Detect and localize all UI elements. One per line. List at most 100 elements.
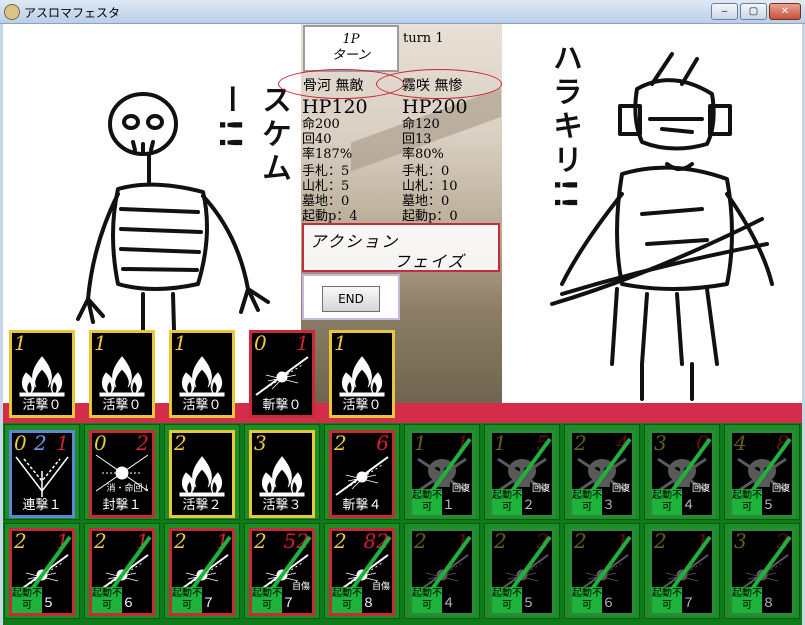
board-row2-card[interactable]: 21撃５起動不可 [9, 528, 75, 616]
phase-line2: フェイズ [394, 252, 466, 271]
board-row2-card[interactable]: 32撃８起動不可 [729, 528, 795, 616]
player1-stats: 命200 回40 率187% 手札：5 山札：5 墓地：0 起動p：4 [302, 117, 358, 224]
flame-icon [92, 351, 152, 399]
card-cost: 2 [334, 431, 347, 455]
board-row2-card[interactable]: 282自傷撃８起動不可 [329, 528, 395, 616]
card-name: 活撃３ [252, 497, 312, 515]
disabled-badge: 起動不可 [412, 489, 442, 515]
player1-boot: 起動p：4 [302, 209, 358, 224]
disabled-badge: 起動不可 [412, 587, 442, 613]
card-note: 消・命回↓ [106, 484, 150, 494]
player2-hand: 手札：0 [402, 164, 450, 179]
player2-hit: 命120 [402, 117, 440, 132]
title-bar[interactable]: アスロマフェスタ ‒ ▢ ✕ [0, 0, 805, 24]
card-cost: 2 [174, 431, 187, 455]
hand-card[interactable]: 0 1 斬撃０ [249, 330, 315, 418]
card-cost: 1 [94, 331, 107, 355]
disabled-badge: 起動不可 [332, 587, 362, 613]
maximize-button[interactable]: ▢ [740, 3, 767, 20]
player2-name: 霧咲 無惨 [402, 78, 463, 94]
board-row2-card[interactable]: 21撃７起動不可 [649, 528, 715, 616]
disabled-badge: 起動不可 [652, 489, 682, 515]
card-cost: 0 [94, 431, 107, 455]
close-button[interactable]: ✕ [769, 3, 801, 20]
hand-card[interactable]: 1 活撃０ [329, 330, 395, 418]
flame-icon [252, 451, 312, 499]
disabled-badge: 起動不可 [12, 587, 42, 613]
board-row1-card[interactable]: 2 6 斬撃４ [329, 430, 395, 518]
board-row1-card[interactable]: 11回復撃１起動不可 [409, 430, 475, 518]
board-row1-card[interactable]: 15回復撃２起動不可 [489, 430, 555, 518]
card-name: 活撃２ [172, 497, 232, 515]
phase-line1: アクション [310, 232, 400, 251]
phase-indicator: アクション フェイズ [302, 223, 500, 272]
player1-evade: 回40 [302, 132, 332, 147]
app-icon [4, 4, 20, 20]
turn-counter: turn 1 [403, 31, 444, 46]
board-row2-card[interactable]: 21撃７起動不可 [169, 528, 235, 616]
hand-card[interactable]: 1 活撃０ [169, 330, 235, 418]
card-name: 斬撃０ [252, 397, 312, 415]
disabled-badge: 起動不可 [172, 587, 202, 613]
card-power: 6 [376, 431, 389, 455]
flame-icon [172, 451, 232, 499]
card-name: 活撃０ [332, 397, 392, 415]
disabled-badge: 起動不可 [572, 587, 602, 613]
board-row2-card[interactable]: 252自傷撃７起動不可 [249, 528, 315, 616]
slash-icon [332, 451, 392, 499]
turn-player: 1P [342, 32, 360, 47]
player2-evade: 回13 [402, 132, 432, 147]
player1-name: 骨河 無敵 [303, 78, 364, 94]
board-row2-card[interactable]: 21撃６起動不可 [89, 528, 155, 616]
disabled-badge: 起動不可 [652, 587, 682, 613]
card-cost: 1 [174, 331, 187, 355]
minimize-button[interactable]: ‒ [711, 3, 738, 20]
board-row1-card[interactable]: 24回復撃３起動不可 [569, 430, 635, 518]
player-field-right: ハラキリ!! [502, 24, 802, 404]
board-row1-card[interactable]: 48回復撃５起動不可 [729, 430, 795, 518]
window-title: アスロマフェスタ [24, 6, 121, 20]
board-row2-card[interactable]: 21撃４起動不可 [409, 528, 475, 616]
player1-hit: 命200 [302, 117, 340, 132]
board-row2-card[interactable]: 21撃６起動不可 [569, 528, 635, 616]
hand-card[interactable]: 1 活撃０ [89, 330, 155, 418]
end-button-panel: END [302, 274, 400, 320]
flame-icon [172, 351, 232, 399]
disabled-badge: 起動不可 [252, 587, 282, 613]
card-name: 活撃０ [92, 397, 152, 415]
card-power: 1 [296, 331, 309, 355]
player1-deck: 山札：5 [302, 179, 350, 194]
player2-boot: 起動p：0 [402, 209, 458, 224]
turn-indicator: 1P ターン [303, 25, 399, 72]
board-row1-card[interactable]: 3 活撃３ [249, 430, 315, 518]
chain-icon [12, 451, 72, 499]
player2-rate: 率80% [402, 147, 444, 162]
card-cost: 1 [334, 331, 347, 355]
card-chain-count: 2 [34, 431, 47, 455]
disabled-badge: 起動不可 [492, 489, 522, 515]
player2-stats: 命120 回13 率80% 手札：0 山札：10 墓地：0 起動p：0 [402, 117, 458, 224]
card-name: 連撃１ [12, 497, 72, 515]
board-row1-card[interactable]: 0 2 1 連撃１ [9, 430, 75, 518]
disabled-badge: 起動不可 [732, 587, 762, 613]
player1-grave: 墓地：0 [302, 194, 350, 209]
card-power: 2 [136, 431, 149, 455]
board-row1-card[interactable]: 0 2 消・命回↓ 封撃１ [89, 430, 155, 518]
disabled-badge: 起動不可 [492, 587, 522, 613]
disabled-badge: 起動不可 [732, 489, 762, 515]
player1-hp: HP120 [302, 96, 368, 118]
skeleton-shout-text: スケムー!! [212, 84, 291, 186]
flame-icon [12, 351, 72, 399]
hand-card[interactable]: 1 活撃０ [9, 330, 75, 418]
player1-rate: 率187% [302, 147, 353, 162]
end-turn-button[interactable]: END [322, 286, 380, 312]
card-power: 1 [56, 431, 69, 455]
board-row2-card[interactable]: 22撃５起動不可 [489, 528, 555, 616]
turn-label-jp: ターン [331, 48, 371, 63]
board-row1-card[interactable]: 30回復撃４起動不可 [649, 430, 715, 518]
card-name: 封撃１ [92, 497, 152, 515]
player2-hp: HP200 [402, 96, 468, 118]
board-row1-card[interactable]: 2 活撃２ [169, 430, 235, 518]
samurai-doodle [550, 52, 774, 401]
card-cost: 0 [254, 331, 267, 355]
